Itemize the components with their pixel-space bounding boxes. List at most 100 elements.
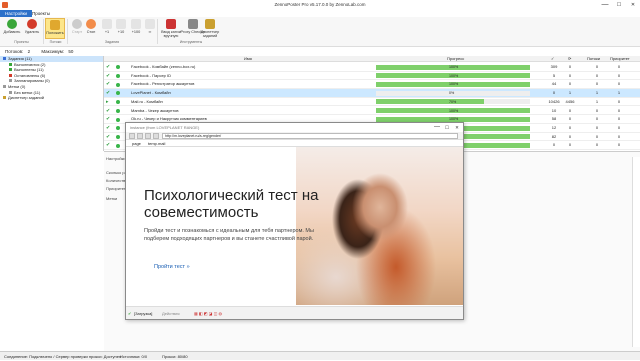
success-count: 12 (551, 124, 557, 130)
plus-one-label: +1 (104, 30, 110, 34)
minimize-button[interactable]: — (598, 0, 612, 10)
scheduled-icon (9, 79, 12, 83)
browser-minimize-button[interactable]: — (432, 123, 442, 132)
max-threads-value: 50 (68, 49, 74, 54)
thread-count: 0 (595, 64, 599, 69)
checkmark-icon[interactable]: ✔ (106, 63, 110, 72)
checkmark-icon[interactable]: ✔ (106, 89, 110, 98)
checkmark-icon[interactable]: ✔ (106, 115, 110, 124)
browser-tab-temp-mail[interactable]: temp.mail (148, 140, 165, 147)
retry-count: 0 (568, 81, 572, 87)
browser-maximize-button[interactable]: ☐ (442, 123, 452, 132)
field-label-priority: Приоритет (106, 186, 126, 191)
status-dot-icon (116, 65, 120, 70)
retry-count: 0 (568, 133, 572, 139)
home-icon[interactable] (153, 133, 159, 139)
browser-tab-page[interactable]: page (132, 140, 141, 147)
success-count: 309 (550, 64, 558, 69)
thread-counters: Потоков: 2 Максимум: 50 (0, 48, 640, 55)
reload-icon[interactable] (145, 133, 151, 139)
success-count: 58 (551, 116, 557, 122)
column-retry[interactable]: ⟳ (568, 56, 571, 62)
forward-icon[interactable] (137, 133, 143, 139)
stop-button-label: Стоп (86, 30, 96, 34)
ribbon: Добавить Удалить Положить Старт Стоп +1 … (0, 17, 640, 47)
checkmark-icon[interactable]: ✔ (106, 80, 110, 89)
task-name: Mail.ru - Комбайн (131, 98, 163, 104)
tree-node-label: Задания (11) (8, 56, 32, 61)
arrow-right-icon[interactable]: ▸ (106, 98, 109, 107)
tree-node-label: Без метки (11) (14, 89, 41, 95)
browser-close-button[interactable]: ✕ (452, 123, 462, 132)
side-scroll-panel[interactable] (632, 157, 640, 347)
column-threads[interactable]: Потоки (587, 56, 600, 62)
back-icon[interactable] (129, 133, 135, 139)
page-description: Пройди тест и познакомься с идеальным дл… (144, 228, 314, 242)
minus-circle-icon (27, 19, 37, 29)
address-bar[interactable]: http://m.loveplanet.ru/a-reg/gender/ (162, 133, 458, 139)
close-button[interactable]: ✕ (626, 0, 640, 10)
column-success[interactable]: ✓ (551, 56, 554, 62)
tree-node-task-manager[interactable]: Диспетчер заданий (0, 95, 103, 101)
threads-label: Потоков: (5, 49, 24, 54)
task-tree: Задания (11) Выполняются (2) Выполнены (… (0, 56, 104, 151)
threads-value: 2 (27, 49, 31, 54)
priority-value: 0 (617, 98, 621, 104)
browser-nav-bar: http://m.loveplanet.ru/a-reg/gender/ (126, 132, 463, 140)
checkmark-icon[interactable]: ✔ (106, 141, 110, 150)
table-row[interactable]: ▸ Mail.ru - Комбайн 70% 10426 4456 1 0 (104, 98, 640, 107)
table-row[interactable]: ✔ LovePlanet - Комбайн 0% 0 1 1 1 (104, 89, 640, 98)
captcha-icon (166, 19, 176, 29)
status-dot-icon (116, 117, 120, 122)
column-name[interactable]: Имя (244, 56, 252, 62)
toolbar-icons[interactable]: ▦ ◧ ◩ ◪ ◫ ◍ (194, 307, 222, 320)
column-progress[interactable]: Прогресс (447, 56, 464, 62)
retry-count: 0 (568, 142, 572, 148)
task-manager-button[interactable]: Диспетчер заданий (197, 18, 223, 39)
add-button[interactable]: Добавить (2, 18, 22, 39)
table-row[interactable]: ✔ Facebook - Комбайн (zenno-box.ru) 100% 30… (104, 63, 640, 72)
column-priority[interactable]: Приоритет (610, 56, 630, 62)
folder-icon (50, 20, 60, 30)
labels-icon (3, 84, 6, 88)
tab-projects[interactable]: Проекты (27, 10, 55, 17)
checkmark-icon[interactable]: ✔ (106, 107, 110, 116)
browser-title: instance (from LOVEPLANET RANGE) (126, 123, 463, 132)
thread-count: 0 (595, 116, 599, 122)
thread-count: 0 (595, 72, 599, 78)
manual-captcha-label: Ввод капчи вручную (161, 30, 181, 38)
ribbon-tabs: Настройки Проекты (0, 10, 640, 17)
running-icon (9, 62, 12, 66)
checkmark-icon[interactable]: ✔ (106, 133, 110, 142)
thread-count: 0 (595, 142, 599, 148)
settings-tab[interactable]: Настройки (106, 156, 126, 161)
status-dot-icon (116, 134, 120, 139)
success-count: 0 (552, 142, 556, 148)
put-button[interactable]: Положить (45, 18, 65, 39)
table-row[interactable]: ✔ Facebook - Регистратор аккаунтов 100% 44 0… (104, 80, 640, 90)
plus-hundred-label: +100 (131, 30, 141, 34)
progress-text: 100% (449, 65, 459, 69)
priority-value: 1 (617, 90, 621, 96)
success-count: 5 (552, 72, 556, 78)
delete-button[interactable]: Удалить (22, 18, 42, 39)
checkmark-icon[interactable]: ✔ (106, 124, 110, 133)
tree-node-label: Выполняются (2) (14, 61, 46, 67)
maximize-button[interactable]: ☐ (612, 0, 626, 10)
status-dot-icon (116, 143, 120, 148)
table-row[interactable]: ✔ Facebook - Парсер ID 100% 5 0 0 0 (104, 72, 640, 81)
task-name: Facebook - Парсер ID (131, 72, 172, 78)
success-count: 10426 (548, 98, 560, 104)
field-label-labels: Метки (106, 196, 118, 201)
tree-node-label: Диспетчер заданий (8, 95, 44, 101)
progress-text: 100% (449, 73, 459, 78)
status-ok-icon: ✔ (128, 311, 132, 316)
browser-preview-window: instance (from LOVEPLANET RANGE) — ☐ ✕ h… (125, 122, 464, 320)
take-test-link[interactable]: Пройти тест » (154, 264, 190, 270)
infinity-icon (145, 19, 155, 29)
browser-tabs: page temp.mail (126, 140, 463, 147)
thread-count: 0 (595, 107, 599, 113)
table-row[interactable]: ✔ Mamba - Чекер аккаунтов 100% 10 0 0 0 (104, 107, 640, 116)
priority-value: 0 (617, 64, 621, 69)
checkmark-icon[interactable]: ✔ (106, 72, 110, 81)
